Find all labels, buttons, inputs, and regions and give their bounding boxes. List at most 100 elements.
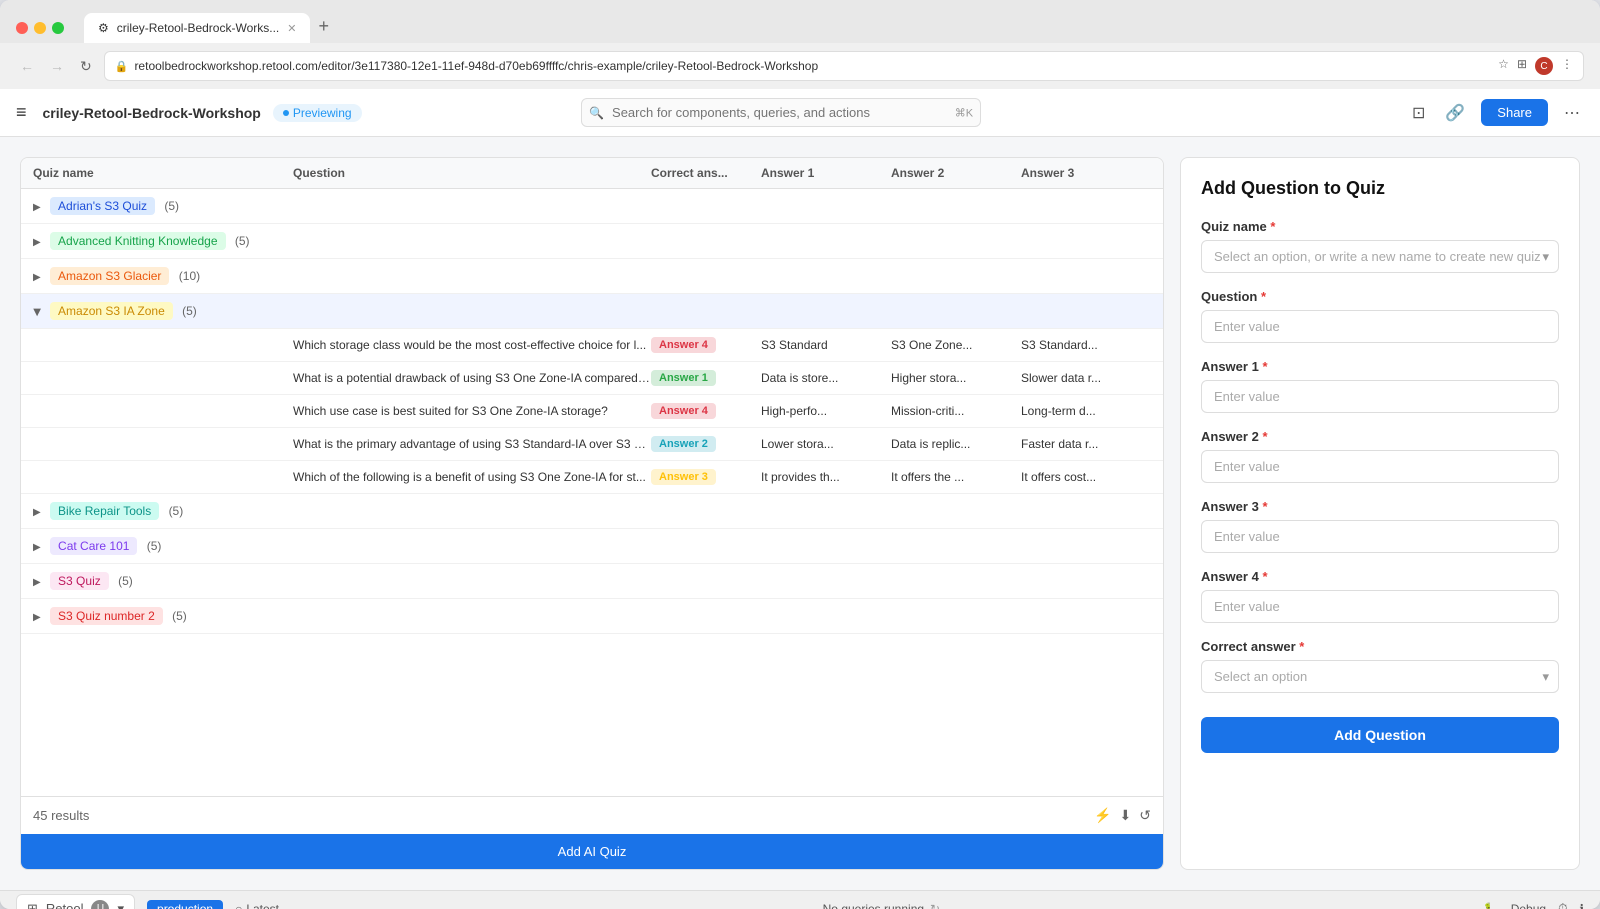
debug-label[interactable]: Debug	[1511, 902, 1546, 909]
quiz-name-select-wrap: Select an option, or write a new name to…	[1201, 240, 1559, 273]
quiz-badge: S3 Quiz	[50, 572, 109, 590]
maximize-button[interactable]	[52, 22, 64, 34]
quiz-count: (5)	[118, 574, 133, 588]
required-indicator: *	[1261, 289, 1266, 304]
more-options-icon[interactable]: ⋯	[1560, 99, 1584, 127]
back-button[interactable]: ←	[16, 54, 38, 78]
correct-answer-label: Correct answer *	[1201, 639, 1559, 654]
answer3-group: Answer 3 *	[1201, 499, 1559, 553]
group-row-knitting[interactable]: ▶ Advanced Knitting Knowledge (5)	[21, 224, 1163, 259]
status-text: No queries running	[823, 902, 924, 909]
quiz-count: (5)	[164, 199, 179, 213]
retool-icon: ⊞	[27, 901, 38, 909]
search-wrap: 🔍 ⌘K	[581, 98, 981, 127]
cell-answer2: Higher stora...	[891, 371, 1021, 385]
close-button[interactable]	[16, 22, 28, 34]
circle-icon: ○	[235, 902, 242, 909]
search-input[interactable]	[581, 98, 981, 127]
search-icon: 🔍	[589, 106, 604, 120]
quiz-name-group: Quiz name * Select an option, or write a…	[1201, 219, 1559, 273]
browser-tab[interactable]: ⚙ criley-Retool-Bedrock-Works... ✕	[84, 13, 310, 43]
info-icon[interactable]: ℹ	[1579, 902, 1584, 909]
clock-icon[interactable]: ⏱	[1558, 901, 1567, 909]
browser-window: ⚙ criley-Retool-Bedrock-Works... ✕ + ← →…	[0, 0, 1600, 909]
quiz-badge: Advanced Knitting Knowledge	[50, 232, 225, 250]
answer4-group: Answer 4 *	[1201, 569, 1559, 623]
group-row-adrians[interactable]: ▶ Adrian's S3 Quiz (5)	[21, 189, 1163, 224]
toolbar-right: ⊡ 🔗 Share ⋯	[1408, 99, 1584, 127]
cell-correct: Answer 1	[651, 370, 761, 386]
question-input[interactable]	[1201, 310, 1559, 343]
bookmark-icon[interactable]: ☆	[1498, 57, 1509, 75]
retool-footer: ⊞ Retool U ▾	[16, 894, 135, 909]
col-question: Question	[293, 166, 651, 180]
quiz-badge: Amazon S3 IA Zone	[50, 302, 173, 320]
table-row[interactable]: Which storage class would be the most co…	[21, 329, 1163, 362]
cell-question: Which storage class would be the most co…	[293, 338, 651, 352]
avatar: U	[91, 900, 109, 909]
cell-correct: Answer 2	[651, 436, 761, 452]
profile-icon[interactable]: C	[1535, 57, 1553, 75]
cell-answer2: S3 One Zone...	[891, 338, 1021, 352]
add-question-button[interactable]: Add Question	[1201, 717, 1559, 753]
answer3-input[interactable]	[1201, 520, 1559, 553]
bottom-right: 🐛 Debug ⏱ ℹ	[1484, 901, 1584, 909]
bug-icon: 🐛	[1484, 902, 1499, 909]
quiz-count: (5)	[147, 539, 162, 553]
group-row-iazone[interactable]: ▶ Amazon S3 IA Zone (5)	[21, 294, 1163, 329]
answer1-label: Answer 1 *	[1201, 359, 1559, 374]
add-ai-quiz-button[interactable]: Add AI Quiz	[21, 834, 1163, 869]
right-panel: Add Question to Quiz Quiz name * Select …	[1180, 157, 1580, 870]
new-tab-button[interactable]: +	[310, 12, 337, 41]
retool-label: Retool	[46, 901, 84, 909]
quiz-name-select[interactable]: Select an option, or write a new name to…	[1201, 240, 1559, 273]
cell-answer3: S3 Standard...	[1021, 338, 1151, 352]
group-label: ▶ Adrian's S3 Quiz (5)	[33, 197, 293, 215]
answer-badge: Answer 2	[651, 436, 716, 452]
answer2-input[interactable]	[1201, 450, 1559, 483]
share-button[interactable]: Share	[1481, 99, 1548, 126]
status-area: No queries running ↻	[291, 902, 1472, 909]
group-row-catcare[interactable]: ▶ Cat Care 101 (5)	[21, 529, 1163, 564]
answer4-label: Answer 4 *	[1201, 569, 1559, 584]
refresh-icon[interactable]: ↺	[1139, 807, 1151, 824]
quiz-count: (10)	[179, 269, 200, 283]
table-row[interactable]: What is a potential drawback of using S3…	[21, 362, 1163, 395]
cell-answer3: Long-term d...	[1021, 404, 1151, 418]
group-row-bike[interactable]: ▶ Bike Repair Tools (5)	[21, 494, 1163, 529]
download-icon[interactable]: ⬇	[1120, 807, 1132, 824]
lock-icon: 🔒	[115, 60, 129, 73]
env-badge[interactable]: production	[147, 900, 223, 909]
forward-button[interactable]: →	[46, 54, 68, 78]
cell-correct: Answer 4	[651, 337, 761, 353]
cell-answer3: Faster data r...	[1021, 437, 1151, 451]
answer1-group: Answer 1 *	[1201, 359, 1559, 413]
answer3-label: Answer 3 *	[1201, 499, 1559, 514]
answer1-input[interactable]	[1201, 380, 1559, 413]
tab-close-icon[interactable]: ✕	[287, 22, 296, 35]
required-indicator: *	[1262, 429, 1267, 444]
app-title: criley-Retool-Bedrock-Workshop	[43, 105, 261, 121]
group-row-s3quiz2[interactable]: ▶ S3 Quiz number 2 (5)	[21, 599, 1163, 634]
group-row-s3quiz[interactable]: ▶ S3 Quiz (5)	[21, 564, 1163, 599]
toolbar-search: 🔍 ⌘K	[581, 98, 981, 127]
address-bar[interactable]: 🔒 retoolbedrockworkshop.retool.com/edito…	[104, 51, 1584, 81]
filter-icon[interactable]: ⚡	[1094, 807, 1111, 824]
col-answer3: Answer 3	[1021, 166, 1151, 180]
cell-answer3: It offers cost...	[1021, 470, 1151, 484]
correct-answer-select[interactable]: Select an option Answer 1 Answer 2 Answe…	[1201, 660, 1559, 693]
menu-icon[interactable]: ⋮	[1561, 57, 1573, 75]
group-row-glacier[interactable]: ▶ Amazon S3 Glacier (10)	[21, 259, 1163, 294]
chevron-right-icon: ▶	[33, 507, 41, 518]
quiz-table: Quiz name Question Correct ans... Answer…	[21, 158, 1163, 796]
table-row[interactable]: Which of the following is a benefit of u…	[21, 461, 1163, 494]
layout-icon[interactable]: ⊡	[1408, 99, 1429, 127]
chevron-right-icon: ▶	[33, 202, 41, 213]
minimize-button[interactable]	[34, 22, 46, 34]
table-row[interactable]: What is the primary advantage of using S…	[21, 428, 1163, 461]
table-row[interactable]: Which use case is best suited for S3 One…	[21, 395, 1163, 428]
link-icon[interactable]: 🔗	[1441, 99, 1469, 127]
reload-button[interactable]: ↻	[76, 54, 96, 79]
extension-icon[interactable]: ⊞	[1517, 57, 1527, 75]
answer4-input[interactable]	[1201, 590, 1559, 623]
